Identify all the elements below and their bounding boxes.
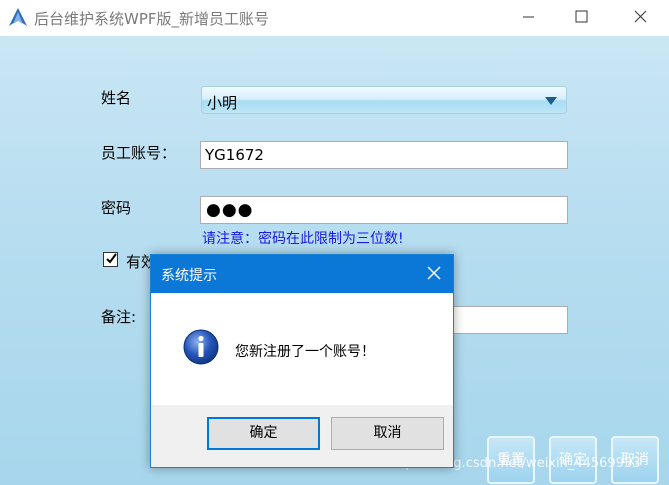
dialog-close-icon[interactable] (427, 266, 441, 280)
title-bar[interactable]: 后台维护系统WPF版_新增员工账号 (0, 0, 669, 36)
close-icon (634, 10, 647, 23)
dialog-body: 您新注册了一个账号！ (151, 293, 453, 405)
minimize-button[interactable] (505, 0, 551, 34)
close-button[interactable] (617, 0, 663, 34)
info-icon (183, 329, 219, 365)
checkmark-icon (106, 253, 117, 264)
name-combobox-value: 小明 (207, 94, 238, 112)
maximize-button[interactable] (558, 0, 604, 34)
dialog-message: 您新注册了一个账号！ (235, 344, 375, 360)
employee-id-field[interactable] (201, 142, 561, 168)
valid-checkbox[interactable] (103, 252, 118, 267)
dialog-footer: 确定 取消 (151, 405, 453, 467)
password-label: 密码 (101, 199, 132, 217)
remark-label: 备注: (101, 308, 137, 326)
employee-id-label: 员工账号： (101, 144, 177, 162)
dialog-title: 系统提示 (161, 268, 217, 284)
dialog-cancel-button[interactable]: 取消 (331, 417, 444, 450)
message-dialog: 系统提示 您新注册了一个账号！ 确定 取消 (150, 254, 454, 468)
password-field[interactable]: ●●● (200, 196, 568, 224)
window-title: 后台维护系统WPF版_新增员工账号 (34, 10, 270, 28)
dialog-ok-button[interactable]: 确定 (207, 417, 320, 450)
password-hint: 请注意：密码在此限制为三位数! (202, 231, 404, 247)
chevron-down-icon (545, 97, 557, 105)
employee-id-field-box (200, 141, 568, 169)
name-label: 姓名 (101, 89, 132, 107)
minimize-icon (523, 16, 534, 18)
main-window: 后台维护系统WPF版_新增员工账号 姓名 小明 员工账号： 密码 ●●● 请注意… (0, 0, 669, 485)
dialog-title-bar[interactable]: 系统提示 (151, 255, 453, 293)
name-combobox[interactable]: 小明 (201, 86, 567, 114)
app-logo-icon (9, 8, 27, 26)
password-dots: ●●● (206, 200, 254, 220)
maximize-icon (575, 10, 588, 23)
